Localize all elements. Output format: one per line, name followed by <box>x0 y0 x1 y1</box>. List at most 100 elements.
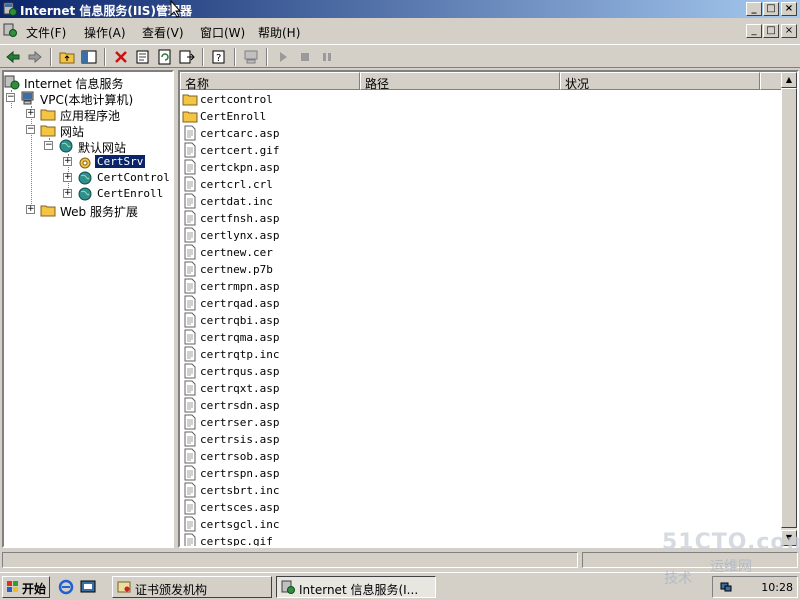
expand-toggle[interactable]: + <box>26 109 35 118</box>
collapse-toggle[interactable]: − <box>44 141 53 150</box>
details-list[interactable]: 名称 路径 状况 certcontrol CertEnroll certcarc.a… <box>178 70 799 548</box>
list-item[interactable]: certcert.gif <box>180 142 580 159</box>
file-icon <box>184 227 196 243</box>
globe-icon <box>78 187 92 201</box>
start-button[interactable]: 开始 <box>2 576 50 598</box>
file-icon <box>184 533 196 546</box>
list-item[interactable]: certrqtp.inc <box>180 346 580 363</box>
scroll-up-button[interactable]: ▲ <box>781 72 797 88</box>
list-item[interactable]: certsces.asp <box>180 499 580 516</box>
list-item[interactable]: certspc.gif <box>180 533 580 546</box>
list-item[interactable]: certlynx.asp <box>180 227 580 244</box>
task-iis-manager[interactable]: Internet 信息服务(I... <box>276 576 436 598</box>
computer-icon[interactable] <box>242 48 260 66</box>
menu-window[interactable]: 窗口(W) <box>200 24 245 41</box>
list-item[interactable]: certrqxt.asp <box>180 380 580 397</box>
list-item[interactable]: certnew.p7b <box>180 261 580 278</box>
maximize-button[interactable]: □ <box>763 2 779 16</box>
list-item-name: certlynx.asp <box>200 229 280 242</box>
tree-node-certenroll[interactable]: + CertEnroll <box>63 186 172 202</box>
menu-view[interactable]: 查看(V) <box>142 24 184 41</box>
list-item[interactable]: certsbrt.inc <box>180 482 580 499</box>
mdi-restore-button[interactable]: □ <box>763 24 779 38</box>
mdi-minimize-button[interactable]: _ <box>746 24 762 38</box>
internet-explorer-icon[interactable] <box>58 579 74 595</box>
menu-action[interactable]: 操作(A) <box>84 24 126 41</box>
tree-node-web-extensions[interactable]: + Web 服务扩展 <box>26 202 172 219</box>
menu-help[interactable]: 帮助(H) <box>258 24 300 41</box>
file-icon <box>184 142 196 158</box>
list-item[interactable]: certrmpn.asp <box>180 278 580 295</box>
mdi-close-button[interactable]: × <box>781 24 797 38</box>
list-item[interactable]: certcrl.crl <box>180 176 580 193</box>
list-item[interactable]: certfnsh.asp <box>180 210 580 227</box>
list-item[interactable]: certcontrol <box>180 91 580 108</box>
pause-icon[interactable] <box>318 48 336 66</box>
start-play-icon[interactable] <box>274 48 292 66</box>
list-item-name: certsbrt.inc <box>200 484 280 497</box>
list-item-name: certrqbi.asp <box>200 314 280 327</box>
column-header-status[interactable]: 状况 <box>560 72 760 91</box>
file-icon <box>184 363 196 379</box>
expand-toggle[interactable]: + <box>63 189 72 198</box>
list-item[interactable]: certnew.cer <box>180 244 580 261</box>
list-item[interactable]: certrspn.asp <box>180 465 580 482</box>
back-arrow-icon[interactable] <box>4 48 22 66</box>
list-item[interactable]: certrqad.asp <box>180 295 580 312</box>
list-item[interactable]: certrsis.asp <box>180 431 580 448</box>
tree-node-iis-root[interactable]: Internet 信息服务 <box>4 74 172 91</box>
tree-node-websites[interactable]: − 网站 <box>26 122 172 139</box>
menu-file[interactable]: 文件(F) <box>26 24 66 41</box>
tree-node-default-site[interactable]: − 默认网站 <box>44 138 172 155</box>
stop-icon[interactable] <box>296 48 314 66</box>
list-item[interactable]: certcarc.asp <box>180 125 580 142</box>
list-item[interactable]: certdat.inc <box>180 193 580 210</box>
refresh-icon[interactable] <box>156 48 174 66</box>
scroll-thumb[interactable] <box>781 88 797 528</box>
console-tree[interactable]: Internet 信息服务 − VPC(本地计算机) + 应用程序池 − 网站 … <box>2 70 174 548</box>
vertical-scrollbar[interactable]: ▲ ▼ <box>781 72 797 546</box>
folder-icon <box>40 125 56 137</box>
title-bar[interactable]: Internet 信息服务(IIS)管理器 _ □ × <box>0 0 800 18</box>
close-button[interactable]: × <box>781 2 797 16</box>
show-desktop-icon[interactable] <box>80 579 96 595</box>
help-icon[interactable]: ? <box>210 48 228 66</box>
iis-app-icon <box>281 580 295 594</box>
column-header-path[interactable]: 路径 <box>360 72 560 91</box>
list-item[interactable]: certrqma.asp <box>180 329 580 346</box>
collapse-toggle[interactable]: − <box>26 125 35 134</box>
list-item-name: certrsob.asp <box>200 450 280 463</box>
show-hide-tree-icon[interactable] <box>80 48 98 66</box>
list-item[interactable]: certrsdn.asp <box>180 397 580 414</box>
task-cert-authority[interactable]: 证书颁发机构 <box>112 576 272 598</box>
up-one-level-icon[interactable] <box>58 48 76 66</box>
expand-toggle[interactable]: + <box>26 205 35 214</box>
collapse-toggle[interactable]: − <box>6 93 15 102</box>
column-header-name[interactable]: 名称 <box>180 72 360 91</box>
minimize-button[interactable]: _ <box>746 2 762 16</box>
list-item[interactable]: certrser.asp <box>180 414 580 431</box>
tree-node-computer[interactable]: − VPC(本地计算机) <box>6 90 172 107</box>
properties-icon[interactable] <box>134 48 152 66</box>
export-list-icon[interactable] <box>178 48 196 66</box>
list-item[interactable]: certrsob.asp <box>180 448 580 465</box>
delete-icon[interactable] <box>112 48 130 66</box>
tree-label: CertEnroll <box>97 187 164 200</box>
list-item[interactable]: certrqbi.asp <box>180 312 580 329</box>
toolbar-separator <box>202 48 204 66</box>
mdi-child-icon[interactable] <box>3 23 17 37</box>
network-icon[interactable] <box>719 580 733 594</box>
expand-toggle[interactable]: + <box>63 173 72 182</box>
list-item[interactable]: certrqus.asp <box>180 363 580 380</box>
list-item[interactable]: CertEnroll <box>180 108 580 125</box>
forward-arrow-icon[interactable] <box>26 48 44 66</box>
clock[interactable]: 10:28 <box>761 581 793 594</box>
list-item[interactable]: certsgcl.inc <box>180 516 580 533</box>
list-item[interactable]: certckpn.asp <box>180 159 580 176</box>
status-panel-main <box>2 552 578 568</box>
tree-node-app-pools[interactable]: + 应用程序池 <box>26 106 172 123</box>
expand-toggle[interactable]: + <box>63 157 72 166</box>
scroll-down-button[interactable]: ▼ <box>781 530 797 546</box>
tree-node-certsrv[interactable]: + CertSrv <box>63 154 172 170</box>
tree-node-certcontrol[interactable]: + CertControl <box>63 170 172 186</box>
